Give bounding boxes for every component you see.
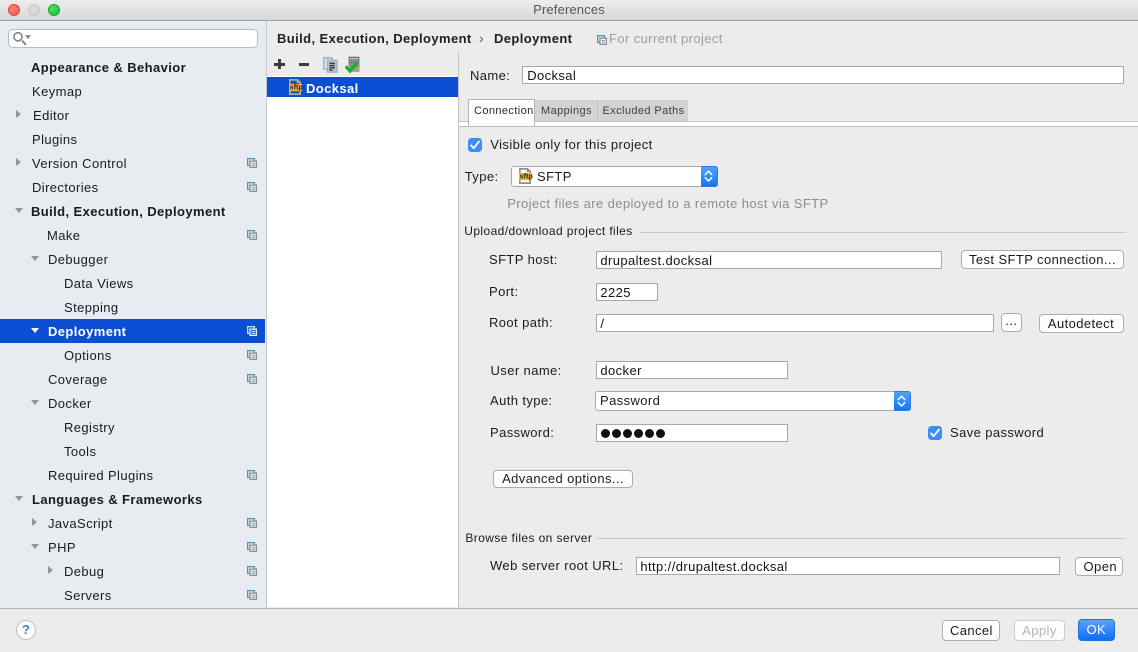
svg-text:sftp: sftp: [520, 172, 533, 181]
svg-text:sftp: sftp: [290, 83, 303, 92]
